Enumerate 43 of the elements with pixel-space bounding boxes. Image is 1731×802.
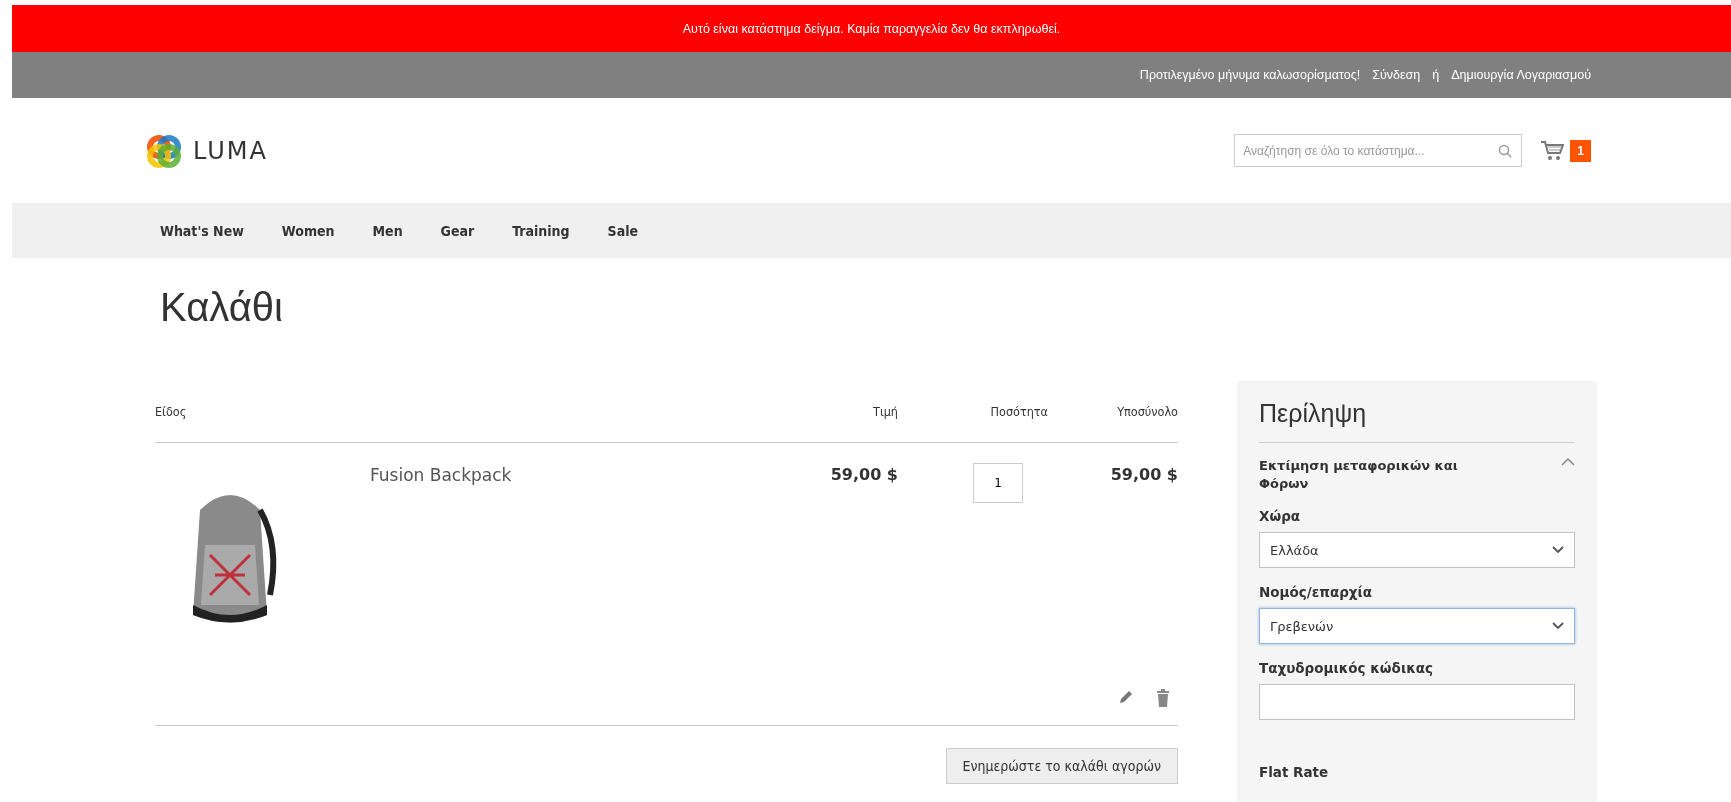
cart-count-badge: 1 [1570, 139, 1591, 162]
nav-link[interactable]: What's New [160, 222, 244, 239]
quantity-field[interactable]: 1 [973, 463, 1023, 503]
field-label: Ταχυδρομικός κώδικας [1259, 660, 1434, 677]
nav-link[interactable]: Training [512, 222, 570, 239]
summary-title: Περίληψη [1259, 399, 1368, 428]
dropdown-value: Ελλάδα [1270, 542, 1319, 558]
column-header: Ποσότητα [989, 404, 1048, 419]
nav-link[interactable]: Gear [440, 222, 475, 239]
column-header: Τιμή [872, 404, 898, 419]
chevron-down-icon [1552, 546, 1564, 555]
cart-icon[interactable] [1540, 139, 1565, 162]
create-account-link[interactable]: Δημιουργία Λογαριασμού [1451, 68, 1591, 82]
logo-icon[interactable] [147, 133, 181, 168]
trash-icon[interactable] [1156, 689, 1170, 707]
demo-notice-text: Αυτό είναι κατάστημα δείγμα. Καμία παραγγελία δεν θα εκπληρωθεί. [682, 21, 1061, 36]
price-text: 59,00 $ [829, 464, 898, 484]
shipping-method-title: Flat Rate [1259, 764, 1330, 781]
search-field[interactable]: Αναζήτηση σε όλο το κατάστημα... [1234, 134, 1523, 167]
sign-in-link[interactable]: Σύνδεση [1372, 68, 1421, 82]
separator-text: ή [1432, 68, 1440, 82]
input-field[interactable] [1259, 684, 1575, 721]
dropdown-field[interactable]: Γρεβενών [1259, 608, 1575, 645]
field-label: Χώρα [1259, 508, 1302, 525]
chevron-down-icon [1552, 622, 1564, 631]
page-title: Καλάθι [159, 284, 284, 331]
update-cart-button[interactable]: Ενημερώστε το καλάθι αγορών [945, 748, 1178, 784]
column-header: Υποσύνολο [1116, 404, 1178, 419]
subtotal-text: 59,00 $ [1109, 464, 1178, 484]
logo-text[interactable]: LUMA [193, 136, 268, 165]
welcome-message: Προτιλεγμένο μήνυμα καλωσορίσματος! [1139, 68, 1361, 82]
dropdown-value: Γρεβενών [1270, 618, 1334, 634]
search-icon[interactable] [1498, 144, 1513, 158]
column-header: Είδος [155, 404, 188, 419]
nav-link[interactable]: Men [372, 222, 403, 239]
nav-link[interactable]: Sale [607, 222, 638, 239]
chevron-up-icon[interactable] [1561, 457, 1575, 466]
nav-link[interactable]: Women [281, 222, 335, 239]
section-title[interactable]: Εκτίμηση μεταφορικών και Φόρων [1259, 457, 1479, 493]
product-name-link[interactable]: Fusion Backpack [370, 463, 788, 485]
field-label: Νομός/επαρχία [1259, 584, 1374, 601]
dropdown-field[interactable]: Ελλάδα [1259, 532, 1575, 569]
pencil-icon[interactable] [1118, 689, 1134, 705]
